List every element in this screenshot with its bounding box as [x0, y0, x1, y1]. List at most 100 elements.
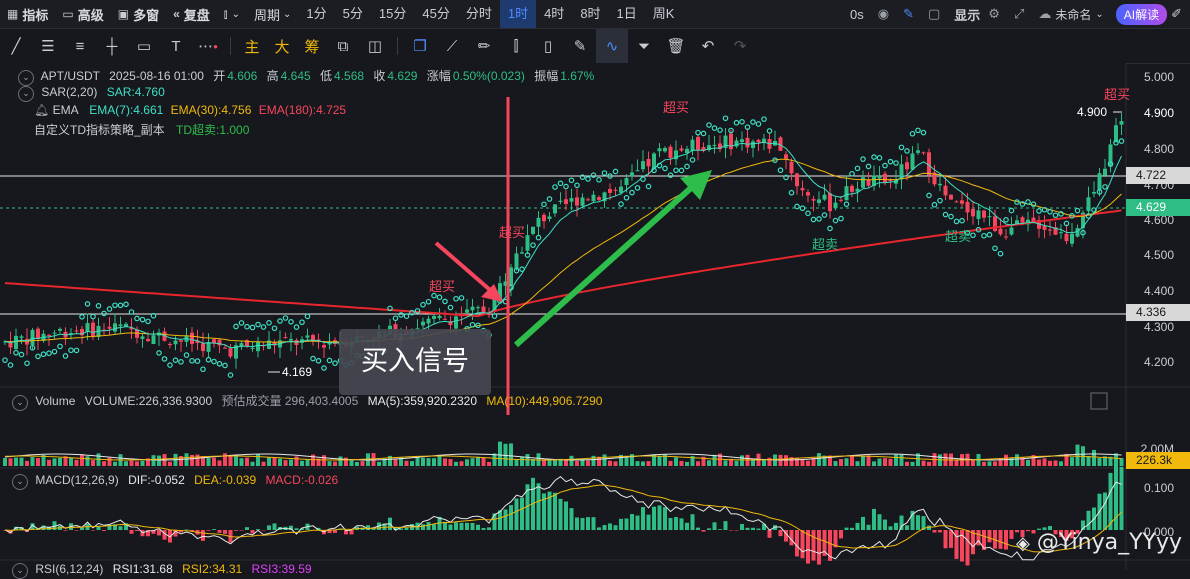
timeframe-15m[interactable]: 15分 — [371, 0, 414, 28]
volume-bar — [1037, 459, 1041, 466]
candle-body — [173, 340, 178, 345]
timeframe-1m[interactable]: 1分 — [298, 0, 334, 28]
candle-body — [844, 186, 849, 201]
timeframe-45m[interactable]: 45分 — [414, 0, 457, 28]
candle-body — [322, 344, 326, 348]
magnet-icon[interactable]: ◫ — [359, 29, 391, 63]
fullscreen-icon[interactable]: ⤢ — [1014, 6, 1024, 22]
macd-bar — [696, 527, 700, 530]
gear-icon[interactable]: ⚙ — [988, 6, 1000, 22]
chips-button[interactable]: 筹 — [297, 29, 327, 63]
timeframe-4h[interactable]: 4时 — [536, 0, 572, 28]
filter-icon[interactable]: ⏷ — [628, 29, 660, 63]
replay-button[interactable]: «复盘 — [166, 0, 217, 28]
rectangle-icon[interactable]: ▭ — [128, 29, 160, 63]
parallel-lines-icon[interactable]: ☰ — [32, 29, 64, 63]
candle-body — [877, 175, 882, 179]
timeframe-1w[interactable]: 周K — [645, 0, 683, 28]
text-tool-icon[interactable]: T — [160, 29, 192, 63]
volume-bar — [404, 460, 409, 466]
ruler-icon[interactable]: ⟋ — [436, 29, 468, 63]
main-force-button[interactable]: 主 — [237, 29, 267, 63]
copy-drawing-icon[interactable]: ⧉ — [327, 29, 359, 63]
macd-bar — [652, 506, 656, 530]
clone-icon[interactable]: ❐ — [404, 29, 436, 63]
collapse-icon[interactable]: ⌄ — [18, 86, 34, 102]
candle-body — [432, 316, 436, 319]
display-button[interactable]: 显示 — [954, 5, 980, 24]
macd-bar — [404, 527, 409, 530]
bell-icon[interactable]: 🔔︎ — [34, 103, 49, 117]
settings-box-icon[interactable]: ▢ — [928, 6, 940, 22]
candle-body — [1059, 232, 1063, 234]
candle-body — [910, 153, 915, 170]
indicators-button[interactable]: ▦ 指标 — [0, 0, 55, 28]
advanced-button[interactable]: ▭ 高级 — [55, 0, 110, 28]
timeframe-8h[interactable]: 8时 — [572, 0, 608, 28]
timeframe-5m[interactable]: 5分 — [335, 0, 371, 28]
undo-icon[interactable]: ↶ — [692, 29, 724, 63]
trash-icon[interactable]: 🗑 — [660, 29, 692, 63]
candle-body — [756, 139, 761, 143]
more-tools-icon[interactable]: ⋯ ● — [192, 29, 224, 63]
edit-note-icon[interactable]: ✎ — [564, 29, 596, 63]
volume-bar — [338, 456, 343, 466]
volume-bar — [300, 460, 304, 466]
timeframe-1d[interactable]: 1日 — [609, 0, 645, 28]
edit-icon[interactable]: ✎ — [903, 6, 914, 22]
volume-bar — [190, 454, 194, 466]
volume-bar — [206, 458, 211, 466]
candle-body — [580, 197, 585, 206]
chart-canvas[interactable] — [0, 63, 1190, 570]
link-icon[interactable]: ∿ — [596, 29, 628, 63]
channel-icon[interactable]: ≡ — [64, 29, 96, 63]
ai-analysis-button[interactable]: AI解读 — [1115, 3, 1168, 25]
candle-body — [14, 335, 18, 350]
multi-window-button[interactable]: ▣ 多窗 — [111, 0, 166, 28]
volume-bar — [437, 455, 442, 466]
price-axis-label: 4.400 — [1143, 284, 1174, 298]
collapse-icon[interactable]: ⌄ — [18, 70, 34, 86]
logo-icon: ◈ — [1016, 533, 1030, 554]
volume-bar — [800, 459, 805, 466]
oversold-label: 超卖 — [812, 238, 839, 253]
collapse-icon[interactable]: ⌄ — [12, 563, 28, 579]
candle-type-button[interactable]: ⫾ ⌄ — [217, 0, 247, 28]
candle-body — [1009, 227, 1014, 235]
candle-body — [646, 158, 651, 167]
macd-bar — [635, 515, 640, 530]
buy-signal-annotation[interactable]: 买入信号 — [339, 329, 491, 395]
candle-tool-icon[interactable]: ⫿ — [500, 29, 532, 63]
candle-body — [657, 148, 662, 152]
period-button[interactable]: 周期 ⌄ — [247, 0, 298, 28]
candle-body — [635, 170, 640, 172]
redo-icon[interactable]: ↷ — [724, 29, 756, 63]
candle-body — [190, 332, 194, 344]
candle-body — [850, 185, 854, 192]
large-order-button[interactable]: 大 — [267, 29, 297, 63]
candle-body — [905, 162, 909, 170]
macd-bar — [850, 527, 854, 530]
candle-body — [47, 334, 51, 336]
volume-bar — [124, 461, 128, 466]
volume-bar — [349, 460, 354, 466]
trendline-tool-icon[interactable]: ╱ — [0, 29, 32, 63]
overbought-label: 超买 — [429, 280, 456, 295]
horizontal-line-icon[interactable]: ┼ — [96, 29, 128, 63]
collapse-icon[interactable]: ⌄ — [12, 395, 28, 411]
macd-bar — [888, 526, 893, 530]
watermark: ◈ @Yinya_YYyy — [1016, 530, 1182, 555]
note-icon[interactable]: ▯ — [532, 29, 564, 63]
layout-name[interactable]: 未命名 — [1055, 6, 1091, 23]
volume-bar — [657, 455, 662, 466]
timeframe-timeshare[interactable]: 分时 — [458, 0, 500, 28]
pen-icon[interactable]: ✐ — [1171, 6, 1182, 22]
camera-icon[interactable]: ◉ — [878, 6, 889, 22]
candle-body — [613, 189, 618, 191]
volume-bar — [740, 455, 744, 466]
collapse-icon[interactable]: ⌄ — [12, 474, 28, 490]
macd-bar — [492, 513, 497, 530]
timeframe-1h[interactable]: 1时 — [499, 0, 537, 28]
macd-bar — [575, 517, 579, 530]
brush-icon[interactable]: ✏ — [468, 29, 500, 63]
